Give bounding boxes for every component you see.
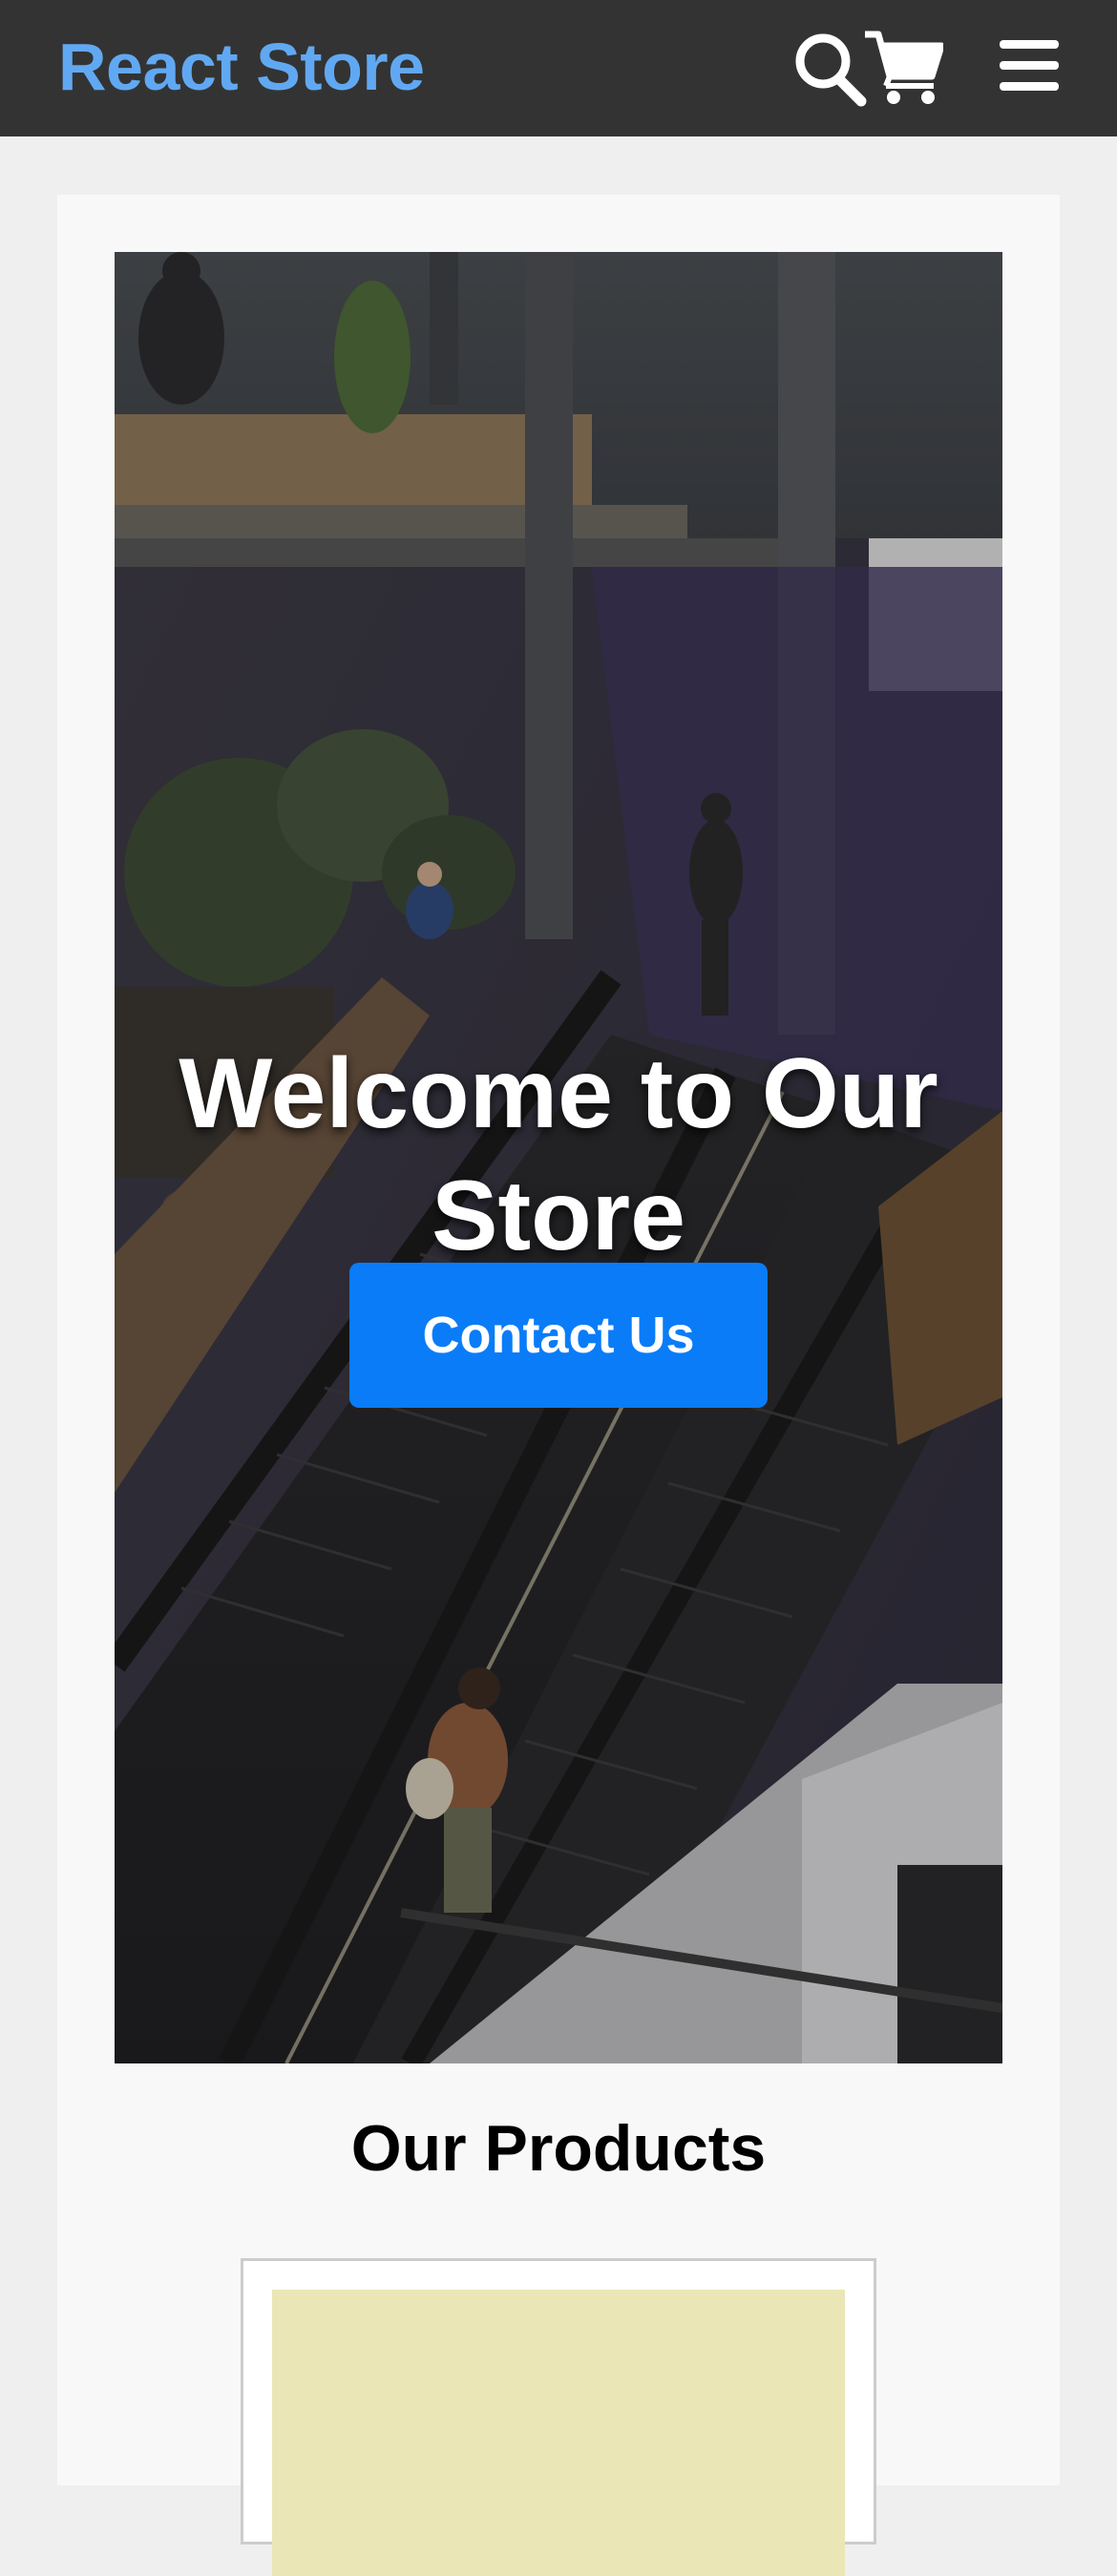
product-card[interactable]	[241, 2258, 876, 2576]
cart-icon[interactable]	[863, 29, 943, 105]
main-content: Welcome to Our Store Contact Us Our Prod…	[57, 195, 1060, 2576]
contact-us-button[interactable]: Contact Us	[349, 1263, 768, 1408]
hero-banner: Welcome to Our Store Contact Us	[115, 252, 1002, 2063]
products-heading: Our Products	[350, 2112, 767, 2185]
search-icon[interactable]	[792, 31, 867, 107]
brand-logo[interactable]: React Store	[58, 29, 425, 105]
navbar: React Store	[0, 0, 1117, 136]
menu-icon[interactable]	[998, 36, 1061, 95]
product-image[interactable]	[272, 2290, 845, 2576]
hero-title: Welcome to Our Store	[179, 1038, 938, 1271]
